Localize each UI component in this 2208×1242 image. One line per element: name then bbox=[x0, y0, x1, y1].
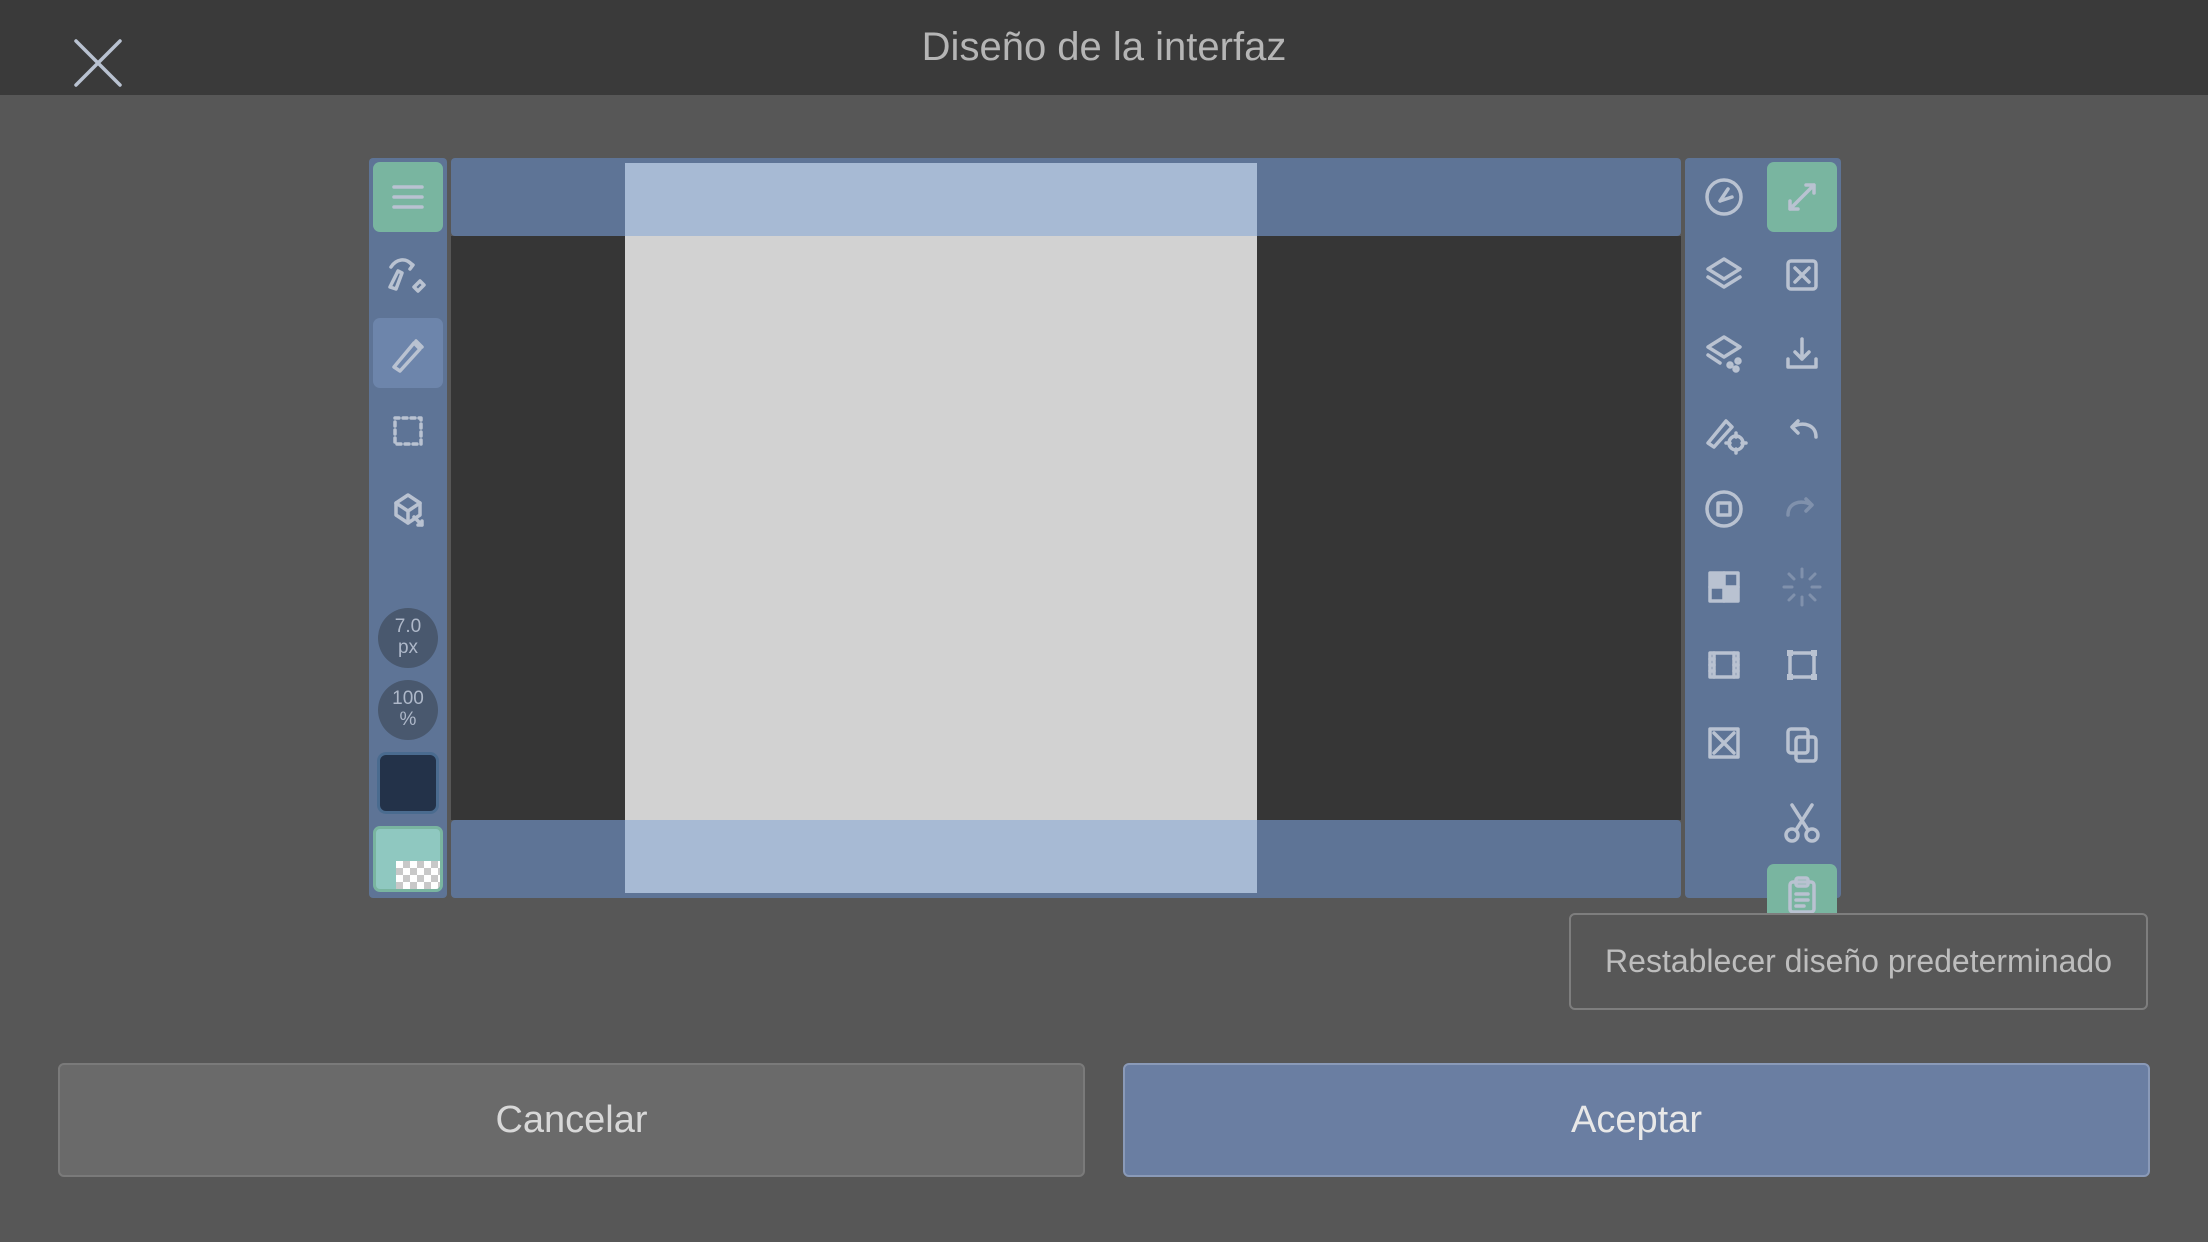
transform-icon[interactable] bbox=[1767, 630, 1837, 700]
copy-icon[interactable] bbox=[1767, 708, 1837, 778]
grid-icon[interactable] bbox=[1689, 552, 1759, 622]
right-toolbar-b[interactable] bbox=[1763, 158, 1841, 898]
primary-color-swatch[interactable] bbox=[377, 752, 439, 814]
selection-tool-icon[interactable] bbox=[373, 396, 443, 466]
filmstrip-icon[interactable] bbox=[1689, 630, 1759, 700]
reset-layout-button[interactable]: Restablecer diseño predeterminado bbox=[1569, 913, 2148, 1010]
top-toolbar[interactable] bbox=[451, 158, 1681, 236]
record-icon[interactable] bbox=[1689, 474, 1759, 544]
canvas[interactable] bbox=[451, 236, 1681, 820]
top-strip bbox=[625, 163, 1257, 236]
brush-size-value: 7.0 bbox=[395, 617, 421, 638]
navigator-icon[interactable] bbox=[1689, 162, 1759, 232]
reference-tool-icon[interactable] bbox=[373, 474, 443, 544]
canvas-page bbox=[625, 236, 1257, 820]
redo-icon[interactable] bbox=[1767, 474, 1837, 544]
fullscreen-icon[interactable] bbox=[1767, 162, 1837, 232]
brush-size-unit: px bbox=[398, 638, 418, 659]
page-title: Diseño de la interfaz bbox=[922, 25, 1287, 70]
bottom-strip bbox=[625, 820, 1257, 893]
undo-icon[interactable] bbox=[1767, 396, 1837, 466]
cut-icon[interactable] bbox=[1767, 786, 1837, 856]
secondary-color-swatch[interactable] bbox=[373, 826, 443, 892]
cancel-button[interactable]: Cancelar bbox=[58, 1063, 1085, 1177]
swap-tool-icon[interactable] bbox=[373, 240, 443, 310]
loading-icon[interactable] bbox=[1767, 552, 1837, 622]
canvas-zone bbox=[451, 158, 1681, 898]
clear-icon[interactable] bbox=[1767, 240, 1837, 310]
bottom-toolbar[interactable] bbox=[451, 820, 1681, 898]
import-icon[interactable] bbox=[1767, 318, 1837, 388]
accept-button[interactable]: Aceptar bbox=[1123, 1063, 2150, 1177]
opacity-unit: % bbox=[400, 710, 417, 731]
no-symmetry-icon[interactable] bbox=[1689, 708, 1759, 778]
brush-size-indicator[interactable]: 7.0 px bbox=[378, 608, 438, 668]
menu-button[interactable] bbox=[373, 162, 443, 232]
opacity-value: 100 bbox=[392, 689, 424, 710]
brush-settings-icon[interactable] bbox=[1689, 396, 1759, 466]
pen-tool-icon[interactable] bbox=[373, 318, 443, 388]
layers-icon[interactable] bbox=[1689, 240, 1759, 310]
button-bar: Cancelar Aceptar bbox=[58, 1063, 2150, 1177]
layer-fx-icon[interactable] bbox=[1689, 318, 1759, 388]
header: Diseño de la interfaz bbox=[0, 0, 2208, 95]
left-toolbar[interactable]: 7.0 px 100 % bbox=[369, 158, 447, 898]
layout-preview: 7.0 px 100 % bbox=[369, 158, 1841, 898]
opacity-indicator[interactable]: 100 % bbox=[378, 680, 438, 740]
right-toolbar-a[interactable] bbox=[1685, 158, 1763, 898]
close-button[interactable] bbox=[70, 35, 126, 91]
